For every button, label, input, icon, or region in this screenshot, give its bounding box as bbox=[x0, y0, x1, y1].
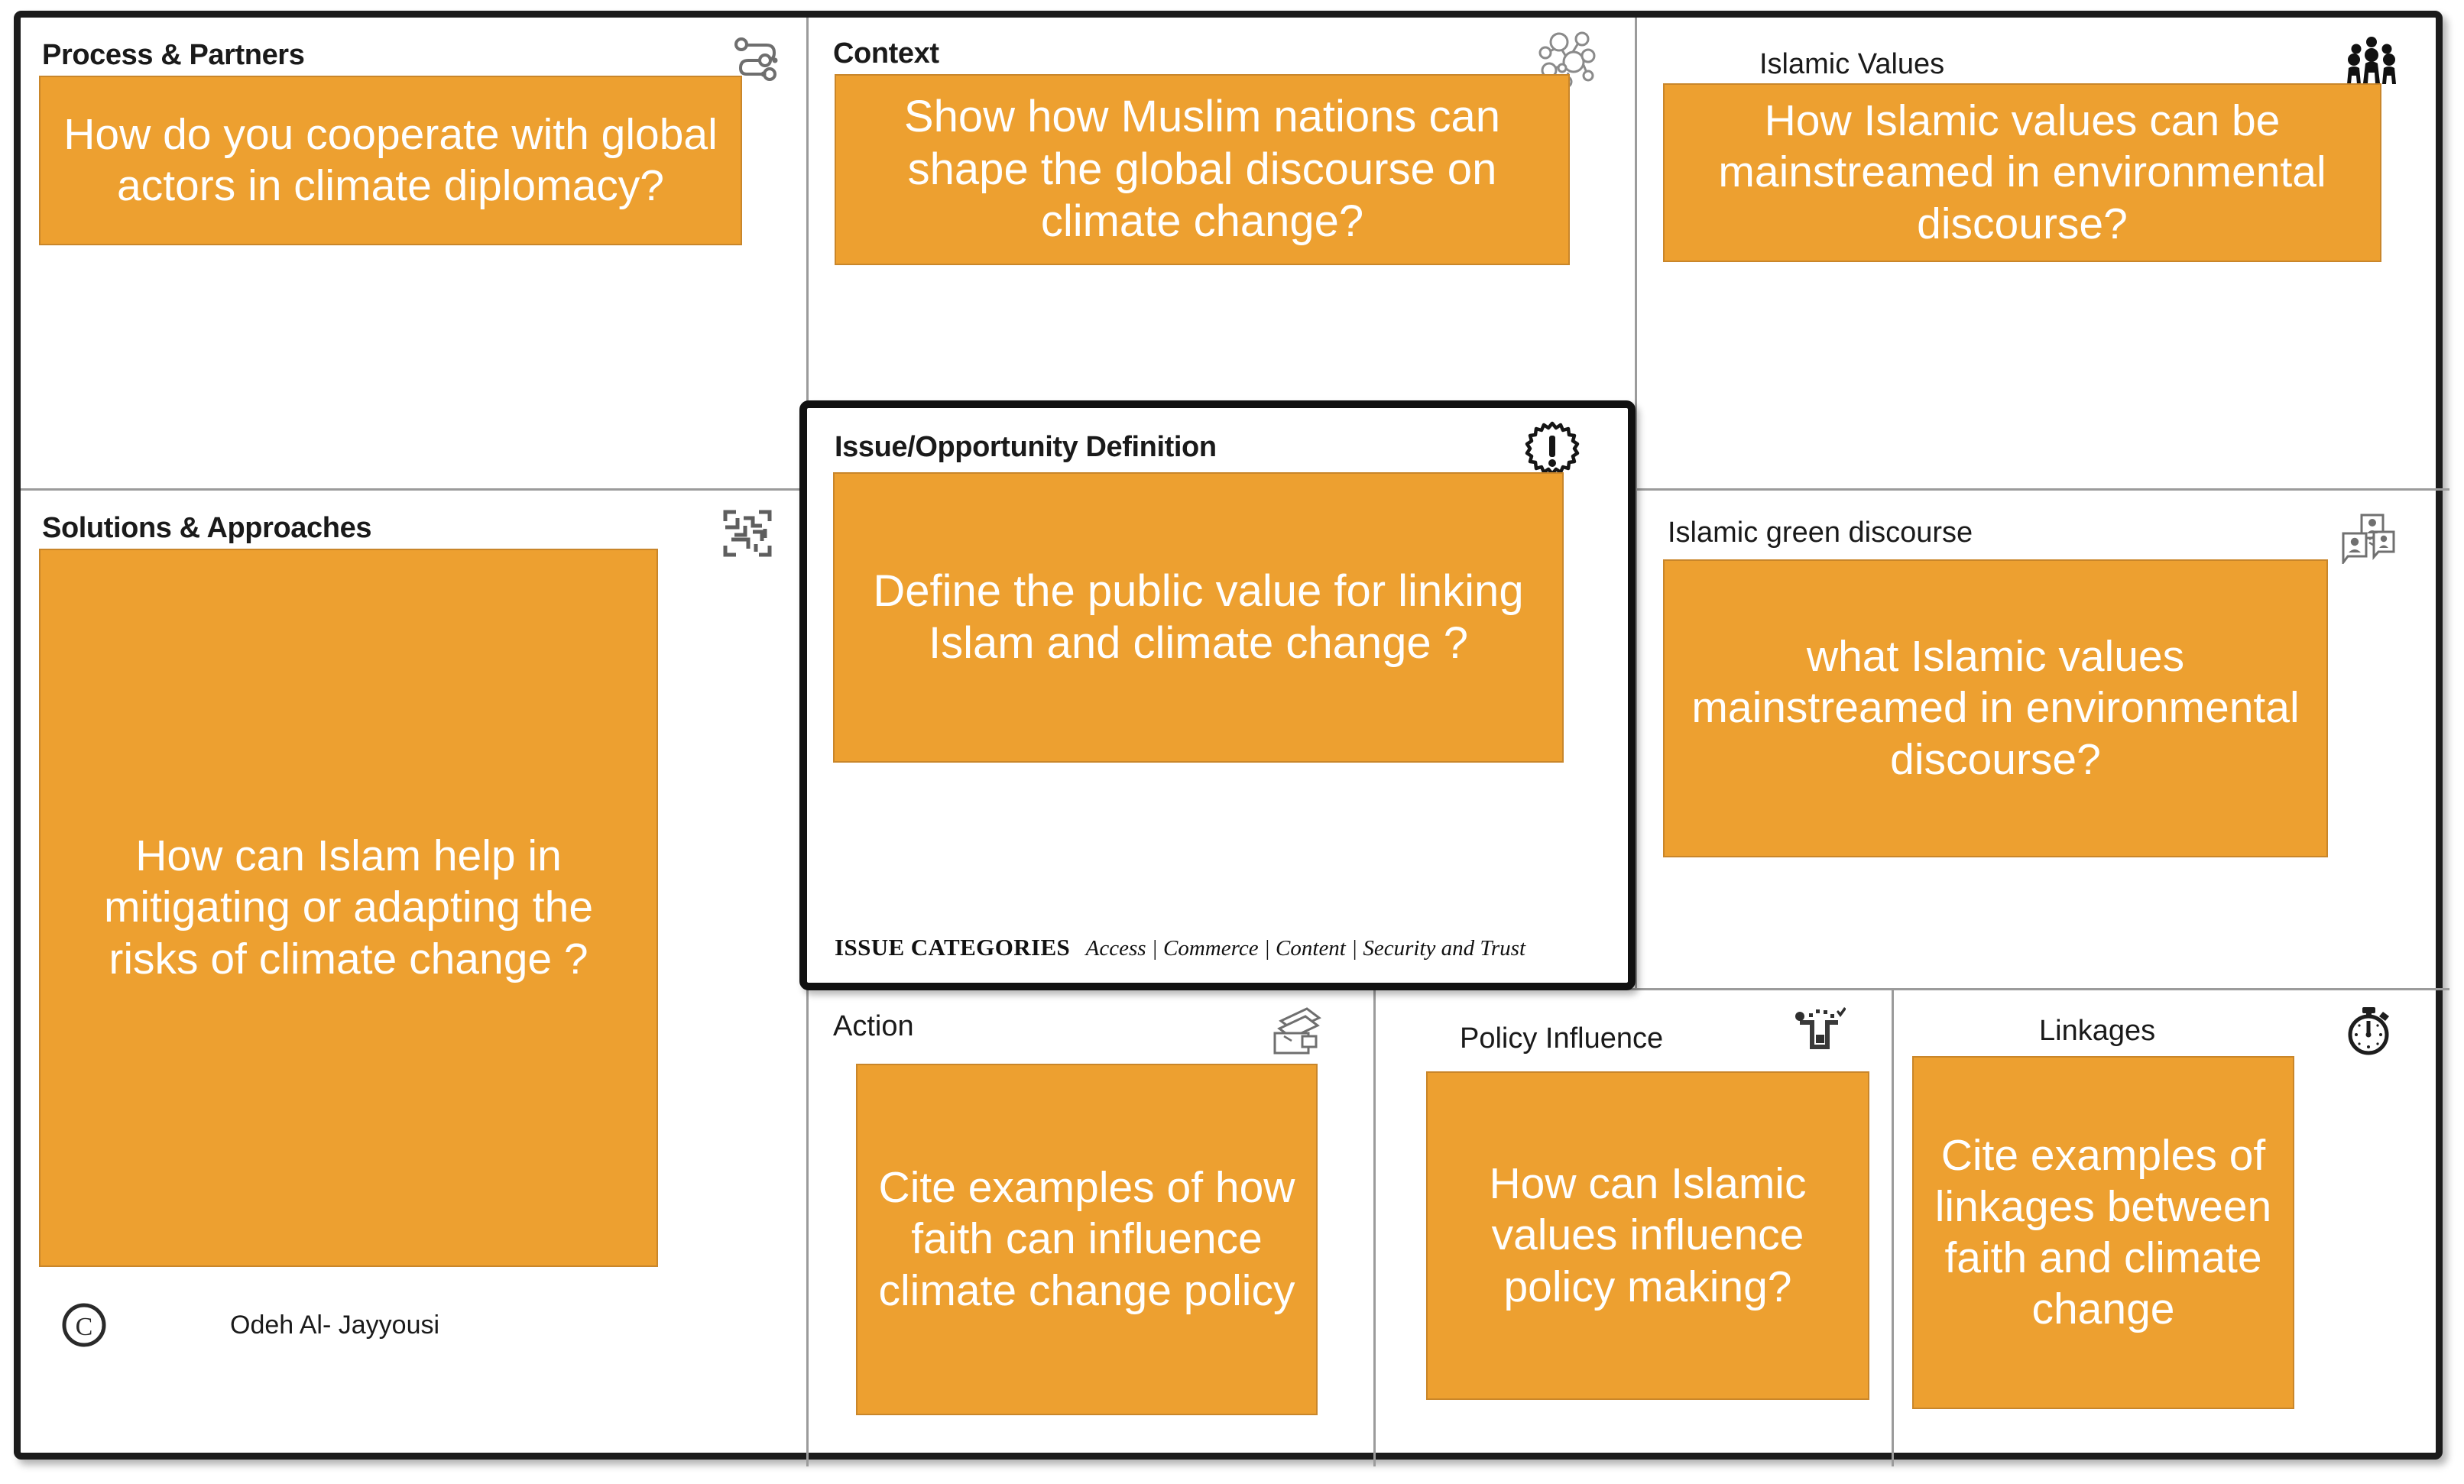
process-flow-icon bbox=[731, 34, 785, 82]
author-name: Odeh Al- Jayyousi bbox=[230, 1310, 440, 1340]
sticky-context[interactable]: Show how Muslim nations can shape the gl… bbox=[835, 74, 1570, 265]
sticky-solutions-approaches[interactable]: How can Islam help in mitigating or adap… bbox=[39, 549, 658, 1267]
panel-title-islamic-values: Islamic Values bbox=[1759, 48, 1945, 80]
card-stack-icon bbox=[1269, 1003, 1325, 1059]
panel-issue-opportunity-definition[interactable]: Issue/Opportunity Definition Define the … bbox=[799, 400, 1636, 990]
sticky-linkages[interactable]: Cite examples of linkages between faith … bbox=[1912, 1056, 2294, 1409]
svg-text:C: C bbox=[76, 1313, 93, 1341]
maze-icon bbox=[722, 509, 773, 558]
stopwatch-icon bbox=[2343, 1004, 2397, 1058]
issue-categories-label: ISSUE CATEGORIES bbox=[835, 934, 1071, 961]
sticky-islamic-values[interactable]: How Islamic values can be mainstreamed i… bbox=[1663, 83, 2381, 262]
panel-title-action: Action bbox=[833, 1010, 914, 1042]
sticky-process-partners[interactable]: How do you cooperate with global actors … bbox=[39, 76, 742, 245]
footer-copyright: C Odeh Al- Jayyousi bbox=[60, 1301, 439, 1349]
panel-title-solutions-approaches: Solutions & Approaches bbox=[42, 512, 372, 544]
panel-linkages[interactable]: Linkages Cite examples of linkages betwe… bbox=[1894, 990, 2449, 1466]
sticky-islamic-green-discourse[interactable]: what Islamic values mainstreamed in envi… bbox=[1663, 559, 2328, 857]
ballot-box-icon bbox=[1792, 1006, 1846, 1055]
copyright-icon: C bbox=[60, 1301, 108, 1349]
sticky-issue-opportunity[interactable]: Define the public value for linking Isla… bbox=[833, 472, 1564, 763]
panel-islamic-green-discourse[interactable]: Islamic green discourse what Islamic val… bbox=[1637, 491, 2449, 988]
panel-action[interactable]: Action Cite examples of how faith can in… bbox=[809, 990, 1373, 1466]
issue-categories: ISSUE CATEGORIES Access | Commerce | Con… bbox=[835, 934, 1525, 961]
panel-title-issue-opportunity: Issue/Opportunity Definition bbox=[835, 431, 1217, 463]
panel-policy-influence[interactable]: Policy Influence How can Islamic values … bbox=[1376, 990, 1892, 1466]
panel-title-linkages: Linkages bbox=[2039, 1015, 2156, 1047]
panel-islamic-values[interactable]: Islamic Values How Islamic values can be… bbox=[1637, 18, 2449, 488]
sticky-action[interactable]: Cite examples of how faith can influence… bbox=[856, 1064, 1318, 1415]
three-people-icon bbox=[2342, 34, 2401, 85]
profile-cards-icon bbox=[2340, 510, 2397, 564]
issue-categories-list: Access | Commerce | Content | Security a… bbox=[1085, 936, 1526, 961]
panel-title-context: Context bbox=[833, 37, 939, 70]
panel-title-policy-influence: Policy Influence bbox=[1460, 1022, 1664, 1055]
exclamation-burst-icon bbox=[1522, 420, 1582, 480]
sticky-policy-influence[interactable]: How can Islamic values influence policy … bbox=[1426, 1071, 1869, 1400]
panel-title-islamic-green-discourse: Islamic green discourse bbox=[1668, 517, 1973, 549]
public-value-canvas: Process & Partners How do you cooperate … bbox=[0, 0, 2464, 1484]
panel-title-process-partners: Process & Partners bbox=[42, 39, 305, 71]
panel-process-partners[interactable]: Process & Partners How do you cooperate … bbox=[21, 18, 806, 488]
